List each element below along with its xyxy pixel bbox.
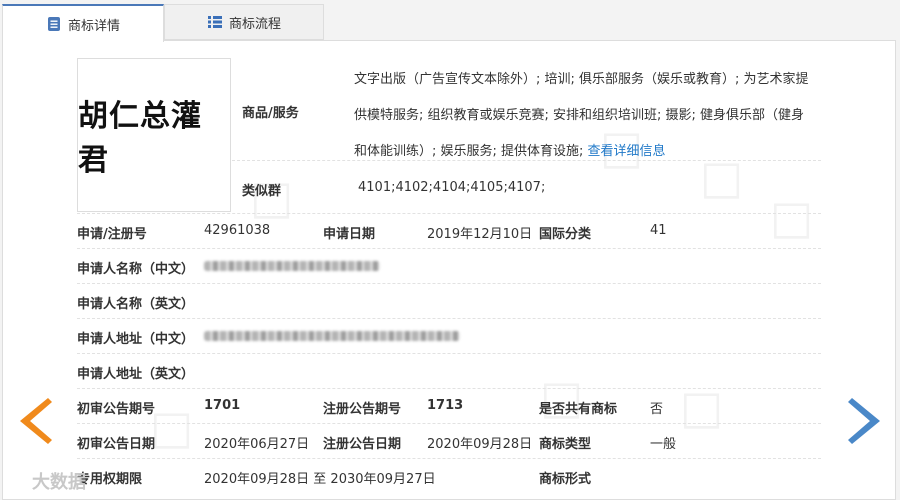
type-value: 一般 (650, 437, 677, 452)
divider (77, 283, 821, 284)
tab-trademark-flow-label: 商标流程 (228, 16, 281, 32)
next-arrow-icon[interactable] (848, 398, 882, 444)
divider (77, 353, 821, 354)
applicant-en-label: 申请人名称（英文） (77, 297, 195, 312)
type-label: 商标类型 (539, 437, 592, 452)
goods-services-value: 文字出版（广告宣传文本除外）; 培训; 俱乐部服务（娱乐或教育）; 为艺术家提供… (354, 72, 809, 159)
address-en-label: 申请人地址（英文） (77, 367, 195, 382)
applicant-cn-label: 申请人名称（中文） (77, 262, 195, 277)
intl-class-value: 41 (650, 223, 667, 238)
prelim-no-value: 1701 (204, 398, 241, 413)
prelim-date-value: 2020年06月27日 (204, 437, 310, 452)
shared-value: 否 (650, 402, 664, 417)
divider (77, 458, 821, 459)
trademark-logo-text: 胡仁总灌君 (78, 99, 202, 178)
watermark-text: 大数据 (32, 472, 86, 493)
divider (77, 213, 821, 214)
prelim-no-label: 初审公告期号 (77, 402, 156, 417)
divider (77, 248, 821, 249)
exclusive-value: 2020年09月28日 至 2030年09月27日 (204, 472, 436, 487)
reg-pub-no-value: 1713 (427, 398, 464, 413)
divider (232, 160, 821, 161)
reg-no-label: 申请/注册号 (77, 227, 147, 242)
tab-trademark-detail-label: 商标详情 (67, 18, 120, 34)
divider (77, 423, 821, 424)
apply-date-value: 2019年12月10日 (427, 227, 533, 242)
exclusive-label: 专用权期限 (77, 472, 143, 487)
trademark-image: 胡仁总灌君 (77, 58, 231, 212)
reg-pub-date-value: 2020年09月28日 (427, 437, 533, 452)
tab-bar: 商标详情 商标流程 (0, 0, 900, 42)
document-icon (47, 17, 60, 31)
similar-group-label: 类似群 (242, 184, 282, 199)
view-detail-link[interactable]: 查看详细信息 (588, 144, 666, 159)
address-cn-redacted (204, 331, 460, 341)
previous-arrow-icon[interactable] (18, 398, 52, 444)
tab-trademark-detail[interactable]: 商标详情 (2, 4, 164, 42)
divider (77, 318, 821, 319)
prelim-date-label: 初审公告日期 (77, 437, 156, 452)
apply-date-label: 申请日期 (323, 227, 376, 242)
reg-no-value: 42961038 (204, 223, 271, 238)
applicant-cn-redacted (204, 261, 380, 271)
address-cn-label: 申请人地址（中文） (77, 332, 195, 347)
tab-trademark-flow[interactable]: 商标流程 (164, 4, 324, 40)
reg-pub-no-label: 注册公告期号 (323, 402, 402, 417)
similar-group-value: 4101;4102;4104;4105;4107; (358, 180, 546, 195)
intl-class-label: 国际分类 (539, 227, 592, 242)
form-label: 商标形式 (539, 472, 592, 487)
goods-services-label: 商品/服务 (242, 106, 299, 121)
reg-pub-date-label: 注册公告日期 (323, 437, 402, 452)
divider (77, 388, 821, 389)
goods-services-text: 文字出版（广告宣传文本除外）; 培训; 俱乐部服务（娱乐或教育）; 为艺术家提供… (354, 62, 816, 170)
shared-label: 是否共有商标 (539, 402, 618, 417)
list-icon (207, 16, 222, 28)
watermark-logo: 大数据 (6, 468, 86, 494)
